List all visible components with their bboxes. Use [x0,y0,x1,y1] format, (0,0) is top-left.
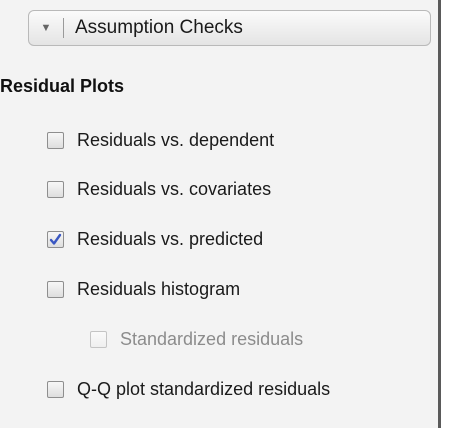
option-residuals-histogram[interactable]: Residuals histogram [47,276,240,302]
option-qq-plot-standardized-residuals[interactable]: Q-Q plot standardized residuals [47,376,330,402]
option-label: Residuals vs. predicted [77,228,264,249]
residuals-vs-covariates-checkbox[interactable] [47,180,64,198]
residuals-vs-predicted-checkbox[interactable] [47,230,64,248]
option-standardized-residuals: Standardized residuals [90,326,303,352]
triangle-down-icon[interactable]: ▼ [29,11,63,45]
option-label: Residuals vs. dependent [77,129,275,150]
section-title: Assumption Checks [75,17,243,38]
option-label: Residuals vs. covariates [77,178,272,199]
residual-plots-title: Residual Plots [0,76,125,96]
check-mark-icon [49,233,62,245]
option-label: Q-Q plot standardized residuals [77,378,331,399]
standardized-residuals-checkbox [90,330,107,348]
option-residuals-vs-predicted[interactable]: Residuals vs. predicted [47,226,263,252]
assumption-checks-panel: ▼ Assumption Checks Residual Plots Resid… [0,0,441,428]
option-label: Standardized residuals [120,328,304,349]
option-residuals-vs-covariates[interactable]: Residuals vs. covariates [47,176,271,202]
qq-plot-checkbox[interactable] [47,380,64,398]
residuals-histogram-checkbox[interactable] [47,280,64,298]
residuals-vs-dependent-checkbox[interactable] [47,131,64,149]
assumption-checks-header[interactable]: ▼ Assumption Checks [28,10,431,46]
option-residuals-vs-dependent[interactable]: Residuals vs. dependent [47,127,274,153]
option-label: Residuals histogram [77,278,241,299]
